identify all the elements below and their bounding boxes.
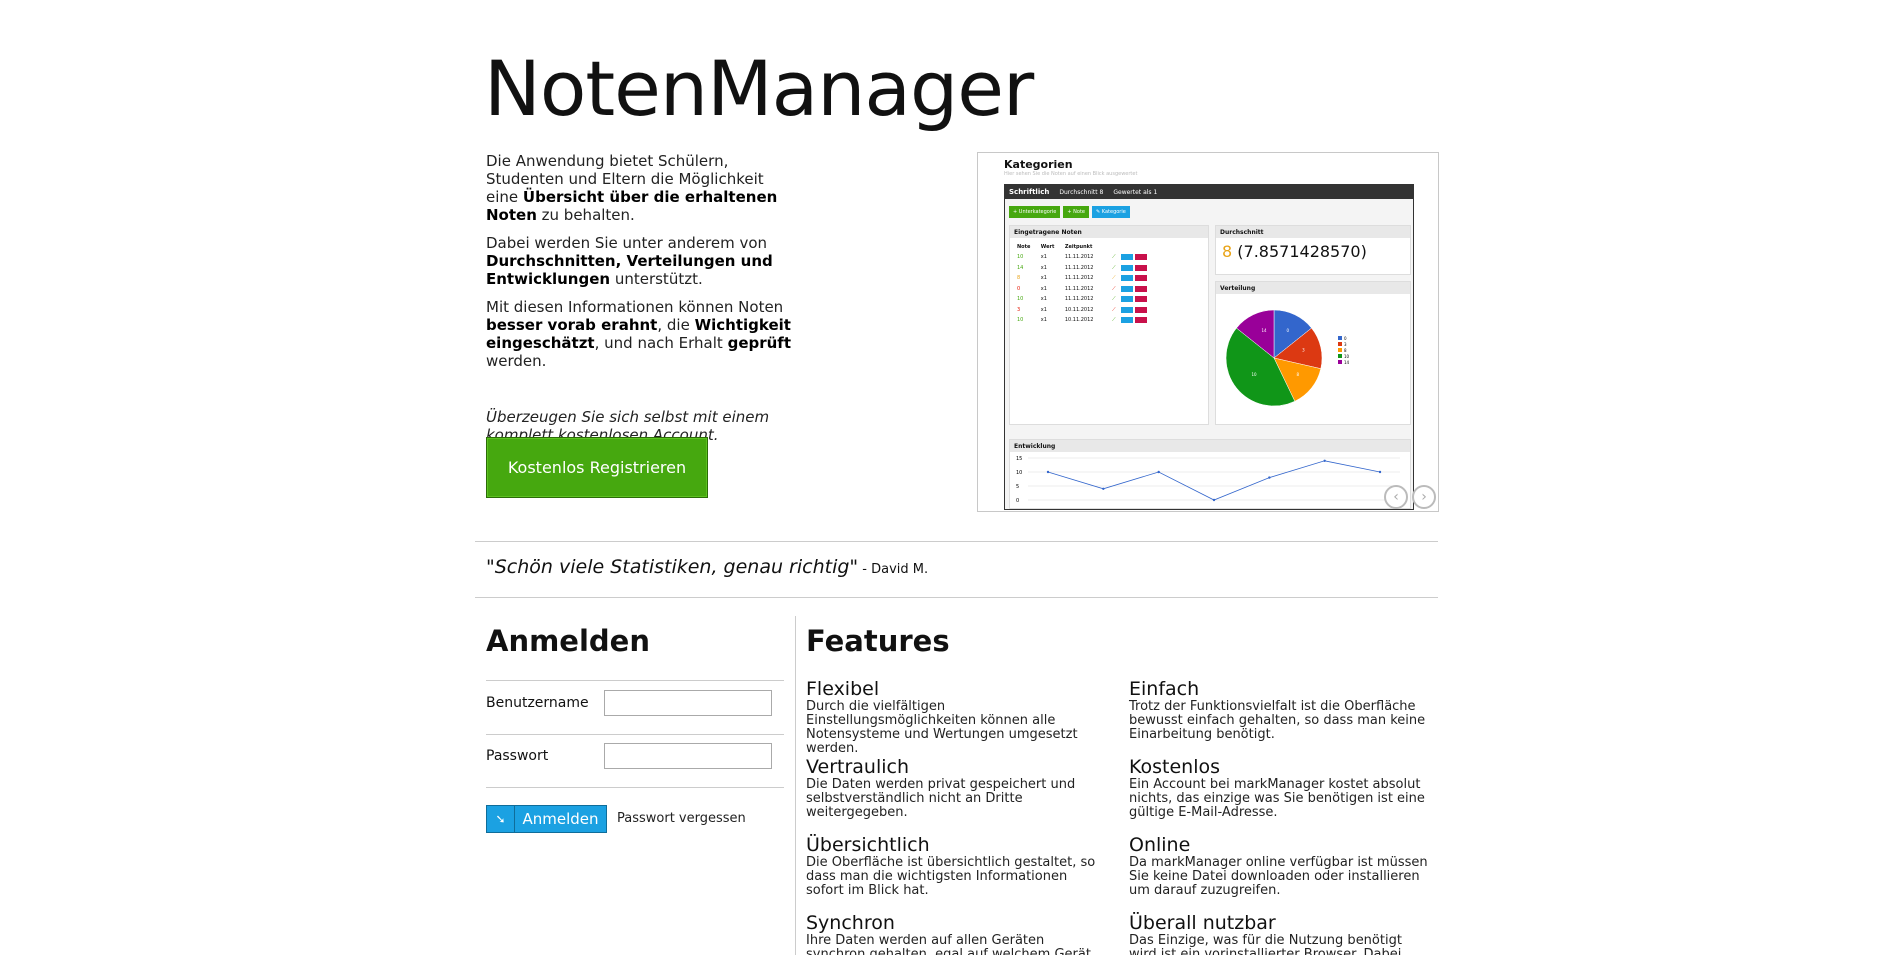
intro-paragraph-3: Mit diesen Informationen können Noten be…	[486, 298, 791, 370]
legend-label: 3	[1344, 342, 1347, 347]
preview-button-row: + Unterkategorie + Note ✎ Kategorie	[1009, 206, 1130, 218]
login-divider	[486, 787, 784, 788]
distribution-pie-chart: 00338810101414	[1225, 309, 1350, 407]
axis-tick-label: 5	[1016, 484, 1019, 490]
legend-swatch	[1338, 342, 1342, 346]
preview-grade-row: 3 x1 10.11.2012 ⟋	[1016, 305, 1166, 316]
preview-grade-row: 10 x1 11.11.2012 ⟋	[1016, 294, 1166, 305]
preview-category-bar: Schriftlich Durchschnitt 8 Gewertet als …	[1005, 185, 1413, 199]
feature-item: Flexibel Durch die vielfältigen Einstellu…	[806, 678, 1078, 756]
edit-icon	[1120, 285, 1133, 292]
series-point	[1378, 470, 1382, 474]
pie-slice-label: 14	[1262, 328, 1268, 333]
edit-icon	[1120, 296, 1133, 302]
preview-grades-table: Note Wert Zeitpunkt 10 x1 11.11.2012 ⟋ 14 x1 1…	[1016, 242, 1166, 326]
carousel-nav: ‹ ›	[1384, 485, 1436, 509]
app-title: NotenManager	[484, 44, 1034, 133]
preview-add-subcategory-button: + Unterkategorie	[1009, 206, 1061, 218]
feature-item: Übersichtlich Die Oberfläche ist übersich…	[806, 834, 1096, 898]
legend-swatch	[1338, 336, 1342, 340]
feature-item: Online Da markManager online verfügbar is…	[1129, 834, 1428, 898]
preview-development-panel: Entwicklung 15 10 5 0	[1009, 439, 1411, 509]
login-heading: Anmelden	[486, 624, 650, 658]
forgot-password-link[interactable]: Passwort vergessen	[617, 811, 746, 826]
series-point	[1046, 470, 1050, 474]
preview-grade-row: 10 x1 11.11.2012 ⟋	[1016, 252, 1166, 263]
column-divider	[795, 616, 796, 955]
page: NotenManager Die Anwendung bietet Schüle…	[0, 0, 1904, 955]
legend-swatch	[1338, 354, 1342, 358]
preview-app-window: Schriftlich Durchschnitt 8 Gewertet als …	[1004, 184, 1414, 510]
delete-icon	[1134, 264, 1147, 271]
delete-icon	[1134, 254, 1147, 260]
edit-icon	[1120, 275, 1133, 281]
password-label: Passwort	[486, 748, 549, 764]
register-button[interactable]: Kostenlos Registrieren	[486, 437, 708, 498]
axis-tick-label: 10	[1016, 470, 1022, 476]
feature-item: Synchron Ihre Daten werden auf allen Gerä…	[806, 912, 1091, 955]
delete-icon	[1134, 275, 1147, 281]
divider-top	[475, 541, 1438, 542]
preview-average-panel: Durchschnitt 8 (7.8571428570)	[1215, 225, 1411, 275]
preview-grade-row: 0 x1 11.11.2012 ⟋	[1016, 284, 1166, 295]
arrow-icon: ➘	[487, 806, 515, 832]
delete-icon	[1134, 306, 1147, 313]
login-divider	[486, 680, 784, 681]
intro-paragraph-1: Die Anwendung bietet Schülern, Studenten…	[486, 152, 778, 224]
preview-add-note-button: + Note	[1063, 206, 1089, 218]
axis-tick-label: 15	[1016, 456, 1022, 462]
legend-label: 0	[1344, 336, 1347, 341]
series-point	[1323, 459, 1326, 462]
delete-icon	[1134, 296, 1147, 302]
feature-item: Überall nutzbar Das Einzige, was für die …	[1129, 912, 1402, 955]
delete-icon	[1134, 285, 1147, 292]
edit-icon	[1120, 306, 1133, 313]
series-point	[1268, 476, 1271, 479]
preview-distribution-panel: Verteilung 0 0 3 3 8 8 10 10 14 14	[1215, 281, 1411, 425]
legend-label: 14	[1344, 360, 1350, 365]
pie-slice-label: 8	[1297, 372, 1300, 377]
series-point	[1212, 498, 1216, 502]
feature-item: Einfach Trotz der Funktionsvielfalt ist d…	[1129, 678, 1426, 742]
legend-label: 8	[1344, 348, 1347, 353]
preview-grades-panel: Eingetragene Noten Note Wert Zeitpunkt 1…	[1009, 225, 1209, 425]
features-heading: Features	[806, 624, 950, 658]
divider-bottom	[475, 597, 1438, 598]
preview-grade-row: 10 x1 10.11.2012 ⟋	[1016, 315, 1166, 326]
edit-icon	[1120, 264, 1133, 271]
series-point	[1102, 487, 1105, 490]
feature-item: Kostenlos Ein Account bei markManager kos…	[1129, 756, 1425, 820]
carousel-next-icon[interactable]: ›	[1412, 485, 1436, 509]
testimonial: "Schön viele Statistiken, genau richtig"…	[486, 556, 929, 578]
legend-swatch	[1338, 360, 1342, 364]
login-button[interactable]: ➘ Anmelden	[486, 805, 607, 833]
pie-slice-label: 0	[1286, 328, 1289, 333]
username-label: Benutzername	[486, 695, 589, 711]
axis-tick-label: 0	[1016, 498, 1019, 504]
preview-title: Kategorien	[1004, 158, 1073, 171]
series-line	[1047, 460, 1381, 501]
edit-icon	[1120, 254, 1133, 260]
edit-icon	[1120, 317, 1133, 323]
development-line-chart: 15 10 5 0	[1016, 456, 1400, 504]
preview-grade-row: 8 x1 11.11.2012 ⟋	[1016, 273, 1166, 284]
preview-grade-row: 14 x1 11.11.2012 ⟋	[1016, 263, 1166, 274]
intro-text: Die Anwendung bietet Schülern, Studenten…	[486, 152, 796, 454]
delete-icon	[1134, 317, 1147, 323]
preview-edit-category-button: ✎ Kategorie	[1092, 206, 1130, 218]
pie-slice-label: 10	[1251, 372, 1257, 377]
carousel-prev-icon[interactable]: ‹	[1384, 485, 1408, 509]
series-point	[1157, 470, 1160, 474]
feature-item: Vertraulich Die Daten werden privat gespe…	[806, 756, 1076, 820]
username-input[interactable]	[604, 690, 772, 716]
screenshot-preview: Kategorien Hier sehen Sie die Noten auf …	[977, 152, 1439, 512]
legend-label: 10	[1344, 354, 1350, 359]
legend-swatch	[1338, 348, 1342, 352]
preview-subtitle: Hier sehen Sie die Noten auf einen Blick…	[1004, 171, 1138, 177]
intro-paragraph-2: Dabei werden Sie unter anderem von Durch…	[486, 234, 773, 288]
password-input[interactable]	[604, 743, 772, 769]
login-divider	[486, 734, 784, 735]
